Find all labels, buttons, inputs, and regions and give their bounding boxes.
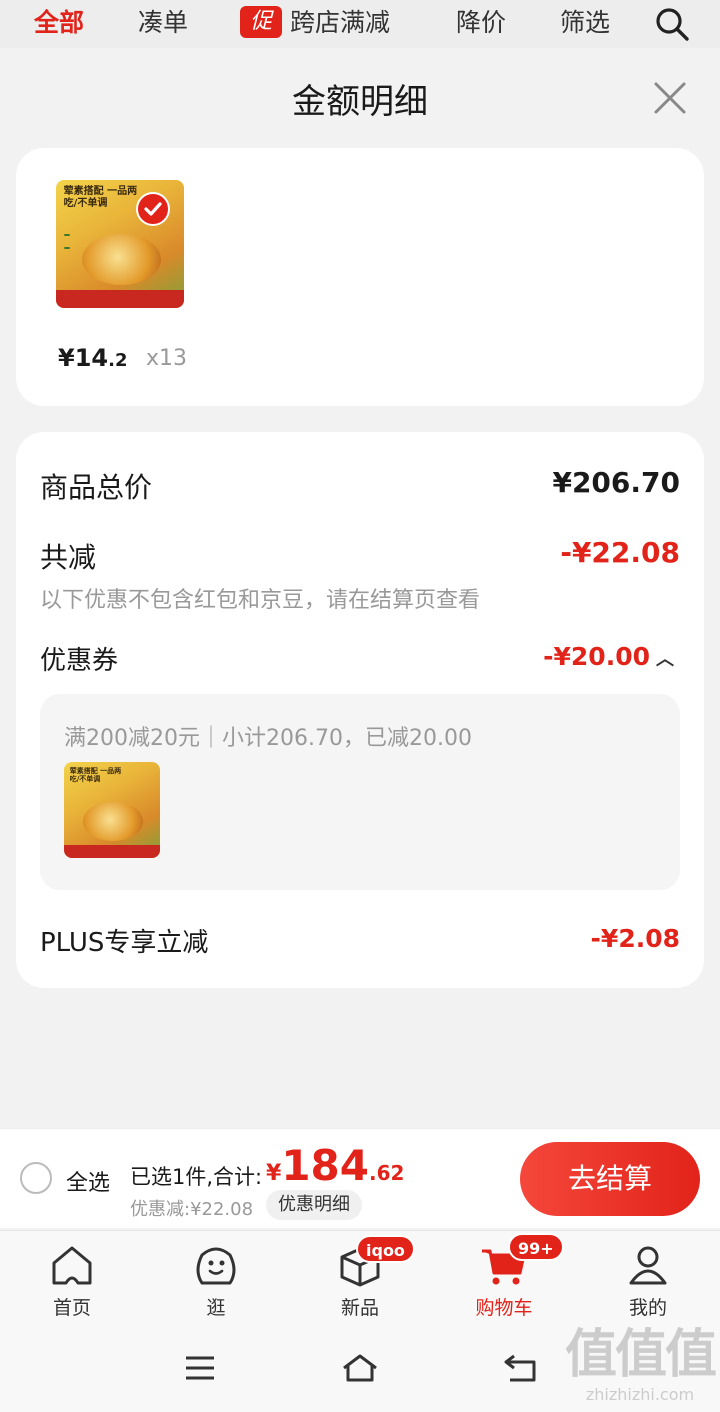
tab-cross-store-label: 跨店满减 — [290, 8, 391, 37]
amount-detail-sheet: 金额明细 荤素搭配 一品两吃/不单调 ¥14.2 x13 商品总价 ¥206.7… — [0, 48, 720, 1128]
tab-home-label: 首页 — [52, 1297, 91, 1319]
coupon-detail-text: 满200减20元｜小计206.70，已减20.00 — [64, 726, 472, 751]
plus-label: PLUS专享立减 — [40, 928, 209, 958]
coupon-detail-box: 满200减20元｜小计206.70，已减20.00 荤素搭配 一品两吃/不单调 — [40, 694, 680, 890]
reduce-label: 共减 — [40, 541, 97, 574]
tab-all[interactable]: 全部 — [34, 6, 84, 40]
home-nav-icon[interactable] — [340, 1352, 380, 1384]
summary-card: 商品总价 ¥206.70 共减 -¥22.08 以下优惠不包含红包和京豆，请在结… — [16, 432, 704, 988]
select-all-label[interactable]: 全选 — [66, 1165, 110, 1197]
total-yen: ¥ — [266, 1161, 282, 1186]
checkout-bar: 全选 已选1件,合计: ¥184.62 优惠减:¥22.08 优惠明细 去结算 — [0, 1128, 720, 1228]
total-value: ¥206.70 — [552, 466, 680, 499]
back-icon[interactable] — [502, 1352, 538, 1384]
bottom-tab-bar: 首页 逛 iqoo 新品 99+ 购物车 我的 — [0, 1230, 720, 1328]
coupon-label: 优惠券 — [40, 646, 119, 676]
checkout-button[interactable]: 去结算 — [520, 1142, 700, 1216]
check-icon — [136, 192, 170, 226]
watermark: 值值值 zhizhizhi.com — [560, 1325, 720, 1412]
home-icon — [52, 1246, 92, 1285]
tab-home[interactable]: 首页 — [0, 1231, 144, 1329]
filter-bar: 全部 凑单 促跨店满减 降价 筛选 — [0, 0, 720, 48]
tab-price-drop[interactable]: 降价 — [456, 6, 506, 40]
item-card: 荤素搭配 一品两吃/不单调 ¥14.2 x13 — [16, 148, 704, 406]
item-price-dec: .2 — [108, 350, 128, 371]
thumb-text: 荤素搭配 一品两吃/不单调 — [63, 186, 138, 210]
total-dec: .62 — [368, 1161, 405, 1185]
tab-mine-label: 我的 — [628, 1297, 667, 1319]
user-icon — [629, 1246, 667, 1285]
selected-summary-label: 已选1件,合计: — [130, 1165, 263, 1189]
select-all-radio[interactable] — [20, 1162, 52, 1194]
item-price: ¥14.2 — [58, 344, 127, 372]
tab-cross-store[interactable]: 促跨店满减 — [240, 6, 390, 40]
tab-new[interactable]: iqoo 新品 — [288, 1231, 432, 1329]
plus-value: -¥2.08 — [590, 924, 680, 953]
discount-text: 优惠减:¥22.08 — [130, 1199, 254, 1220]
tab-new-label: 新品 — [340, 1297, 379, 1319]
tab-browse[interactable]: 逛 — [144, 1231, 288, 1329]
total-amount: ¥184.62 — [266, 1141, 404, 1190]
new-badge: iqoo — [356, 1235, 415, 1263]
tab-mine[interactable]: 我的 — [576, 1231, 720, 1329]
item-price-int: ¥14 — [58, 344, 109, 372]
tab-cart[interactable]: 99+ 购物车 — [432, 1231, 576, 1329]
coupon-row-toggle[interactable]: -¥20.00 ︿ — [543, 642, 674, 671]
cart-badge: 99+ — [508, 1233, 564, 1261]
item-quantity: x13 — [146, 346, 188, 371]
reduce-note: 以下优惠不包含红包和京豆，请在结算页查看 — [40, 588, 481, 613]
discount-detail-button[interactable]: 优惠明细 — [266, 1190, 362, 1220]
coupon-value: -¥20.00 — [543, 642, 650, 671]
tab-browse-label: 逛 — [206, 1297, 226, 1319]
chevron-up-icon: ︿ — [656, 649, 674, 670]
close-icon[interactable] — [650, 78, 690, 118]
menu-icon[interactable] — [184, 1352, 216, 1384]
sheet-title: 金额明细 — [292, 82, 428, 122]
watermark-logo: 值值值 — [564, 1325, 717, 1385]
search-icon[interactable] — [654, 6, 690, 42]
tab-filter[interactable]: 筛选 — [560, 6, 610, 40]
watermark-site: zhizhizhi.com — [585, 1385, 695, 1404]
face-icon — [196, 1247, 236, 1285]
promo-badge: 促 — [240, 6, 282, 38]
tab-cart-label: 购物车 — [475, 1297, 533, 1319]
total-label: 商品总价 — [40, 471, 153, 504]
tab-bundle[interactable]: 凑单 — [138, 6, 188, 40]
coupon-product-thumbnail: 荤素搭配 一品两吃/不单调 — [64, 762, 160, 858]
coupon-thumb-text: 荤素搭配 一品两吃/不单调 — [69, 766, 122, 784]
total-int: 184 — [281, 1141, 369, 1190]
product-thumbnail[interactable]: 荤素搭配 一品两吃/不单调 — [56, 180, 184, 308]
reduce-value: -¥22.08 — [560, 536, 680, 569]
